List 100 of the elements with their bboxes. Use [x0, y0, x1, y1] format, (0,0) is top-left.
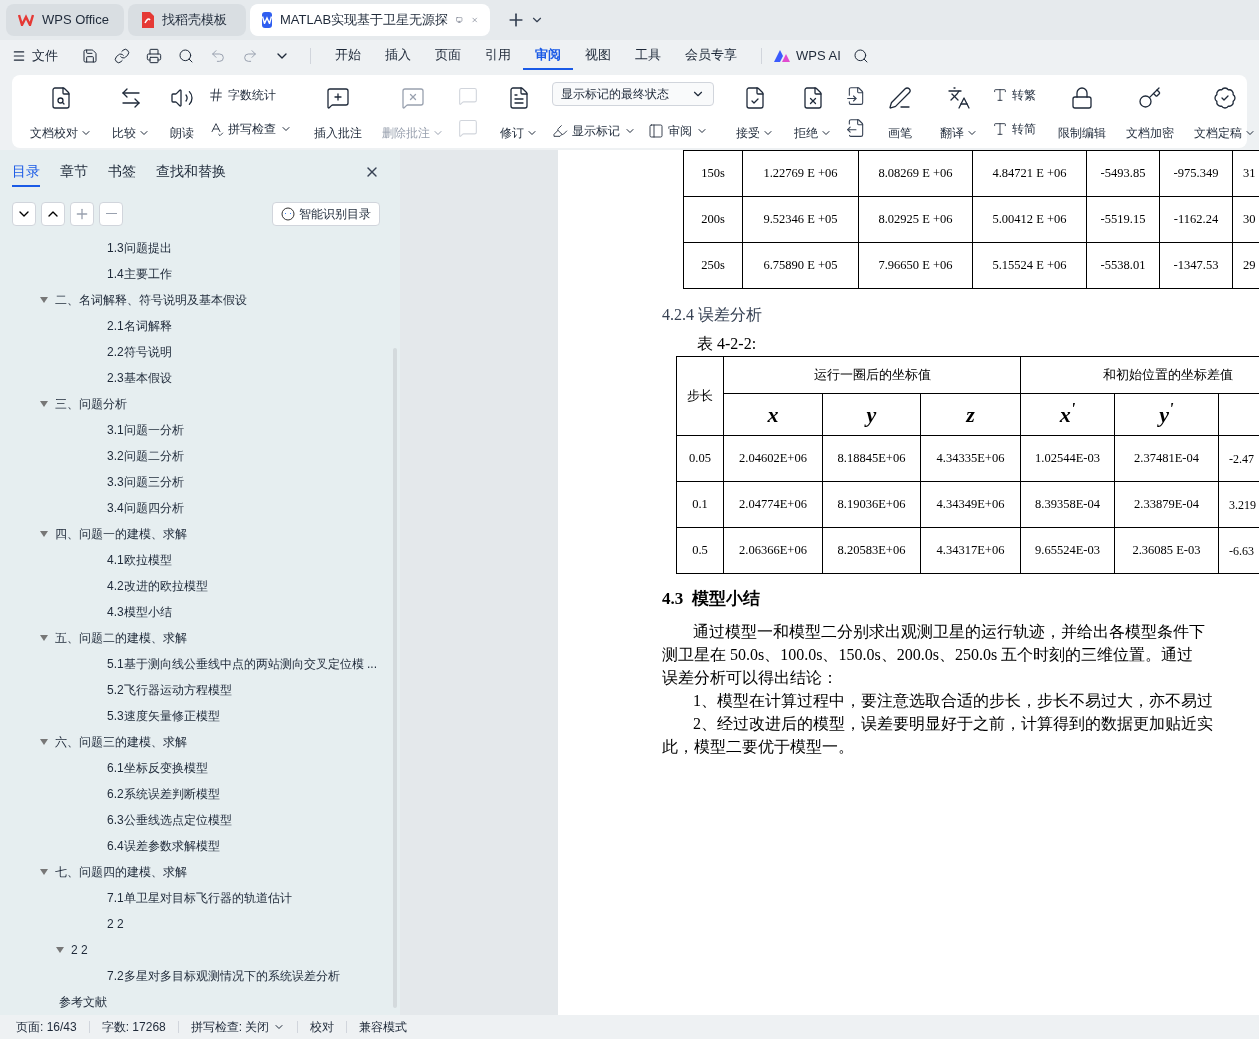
ribbon-button[interactable]: 接受 — [730, 81, 780, 142]
ribbon-button[interactable]: 字数统计 — [208, 85, 292, 104]
outline-item[interactable]: 二、名词解释、符号说明及基本假设 — [55, 291, 247, 309]
expand-triangle-icon[interactable] — [40, 531, 51, 537]
search-icon[interactable] — [852, 48, 869, 64]
outline-item[interactable]: 4.2改进的欧拉模型 — [107, 577, 208, 595]
outline-item[interactable]: 六、问题三的建模、求解 — [55, 733, 187, 751]
outline-item[interactable]: 2 2 — [107, 915, 124, 933]
ribbon-button[interactable]: 朗读 — [164, 81, 200, 142]
outline-item[interactable]: 3.3问题三分析 — [107, 473, 184, 491]
outline-item[interactable]: 五、问题二的建模、求解 — [55, 629, 187, 647]
ribbon-button[interactable]: 拒绝 — [788, 81, 838, 142]
undo-icon[interactable] — [210, 48, 226, 64]
status-item[interactable]: 兼容模式 — [359, 1018, 408, 1036]
table-cell: 2.33879E-04 — [1114, 481, 1219, 528]
outline-item[interactable]: 1.4主要工作 — [107, 265, 172, 283]
ribbon-button[interactable]: 限制编辑 — [1052, 81, 1112, 142]
outline-item[interactable]: 3.2问题二分析 — [107, 447, 184, 465]
table-cell: 1.02544E-03 — [1020, 435, 1115, 482]
pane-tab[interactable]: 查找和替换 — [156, 157, 226, 188]
expand-triangle-icon[interactable] — [40, 401, 51, 407]
ribbon-button[interactable]: 插入批注 — [308, 81, 368, 142]
outline-item[interactable]: 5.3速度矢量修正模型 — [107, 707, 220, 725]
ribbon-tab[interactable]: 会员专享 — [673, 42, 749, 70]
table-cell: -5538.01 — [1086, 242, 1160, 289]
ribbon-tab[interactable]: 页面 — [423, 42, 473, 70]
outline-item[interactable]: 2.2符号说明 — [107, 343, 172, 361]
outline-item[interactable]: 三、问题分析 — [55, 395, 127, 413]
outline-item[interactable]: 七、问题四的建模、求解 — [55, 863, 187, 881]
ribbon-button[interactable]: 翻译 — [934, 81, 984, 142]
table-cell: 150s — [683, 150, 743, 197]
expand-triangle-icon[interactable] — [40, 297, 51, 303]
table-cell: 9.65524E-03 — [1020, 527, 1115, 574]
table-cell: 0.05 — [676, 435, 724, 482]
status-item[interactable]: 字数: 17268 — [101, 1018, 166, 1036]
link-icon[interactable] — [114, 48, 130, 64]
ai-button[interactable]: WPS AI — [774, 46, 841, 66]
ribbon-tab[interactable]: 引用 — [473, 42, 523, 70]
redo-icon[interactable] — [242, 48, 258, 64]
browser-tab[interactable]: WPS Office — [6, 4, 124, 36]
outline-item[interactable]: 6.3公垂线选点定位模型 — [107, 811, 232, 829]
print-icon[interactable] — [146, 48, 162, 64]
outline-item[interactable]: 5.2飞行器运动方程模型 — [107, 681, 232, 699]
paragraph-line: 2、经过改进后的模型，误差要明显好于之前，计算得到的数据更加贴近实 — [693, 713, 1213, 734]
file-menu[interactable]: 文件 — [12, 46, 58, 66]
outline-item[interactable]: 6.1坐标反变换模型 — [107, 759, 208, 777]
table-cell: 4.34317E+06 — [920, 527, 1021, 574]
outline-item[interactable]: 7.2多星对多目标观测情况下的系统误差分析 — [107, 967, 340, 985]
outline-item[interactable]: 3.1问题一分析 — [107, 421, 184, 439]
outline-item[interactable]: 2.3基本假设 — [107, 369, 172, 387]
expand-triangle-icon[interactable] — [40, 635, 51, 641]
ribbon-button[interactable]: 审阅 — [648, 121, 708, 140]
browser-tab[interactable]: MATLAB实现基于卫星无源探 — [250, 4, 490, 36]
outline-item[interactable]: 3.4问题四分析 — [107, 499, 184, 517]
ribbon-tab[interactable]: 视图 — [573, 42, 623, 70]
ribbon-button[interactable]: 修订 — [494, 81, 544, 142]
outline-item[interactable]: 四、问题一的建模、求解 — [55, 525, 187, 543]
status-item[interactable]: 校对 — [310, 1018, 335, 1036]
ribbon-tab[interactable]: 插入 — [373, 42, 423, 70]
markup-select[interactable]: 显示标记的最终状态 — [552, 81, 714, 106]
ribbon-button[interactable]: 文档校对 — [24, 81, 98, 142]
ribbon-button[interactable]: 转简 — [992, 119, 1036, 138]
ribbon-tab[interactable]: 审阅 — [523, 42, 573, 70]
browser-tab[interactable]: 找稻壳模板 — [128, 4, 246, 36]
ribbon-button[interactable]: 画笔 — [882, 81, 918, 142]
outline-item[interactable]: 2 2 — [71, 941, 88, 959]
expand-triangle-icon[interactable] — [40, 869, 51, 875]
save-icon[interactable] — [82, 48, 98, 64]
outline-item[interactable]: 6.4误差参数求解模型 — [107, 837, 220, 855]
ribbon-button[interactable]: 比较 — [106, 81, 156, 142]
outline-item[interactable]: 6.2系统误差判断模型 — [107, 785, 220, 803]
table-cell: -5493.85 — [1086, 150, 1160, 197]
pane-tab[interactable]: 章节 — [60, 157, 88, 188]
outline-item[interactable]: 参考文献 — [59, 993, 107, 1011]
outline-item[interactable]: 1.3问题提出 — [107, 239, 172, 257]
table-cell: 7.96650 E +06 — [858, 242, 973, 289]
outline-item[interactable]: 5.1基于测向线公垂线中点的两站测向交叉定位模 ... — [107, 655, 378, 673]
outline-item[interactable]: 4.3模型小结 — [107, 603, 172, 621]
add-button[interactable] — [70, 201, 94, 226]
preview-icon[interactable] — [178, 48, 194, 64]
ribbon-button[interactable]: 文档加密 — [1120, 81, 1180, 142]
outline-item[interactable]: 4.1欧拉模型 — [107, 551, 172, 569]
ribbon-button[interactable]: 拼写检查 — [208, 119, 292, 138]
status-item[interactable]: 页面: 16/43 — [16, 1018, 77, 1036]
expand-triangle-icon[interactable] — [40, 739, 51, 745]
pane-tab[interactable]: 书签 — [108, 157, 136, 188]
expand-triangle-icon[interactable] — [56, 947, 67, 953]
collapse-all-button[interactable] — [41, 201, 65, 226]
text-icon — [992, 86, 1008, 103]
ribbon-tab[interactable]: 工具 — [623, 42, 673, 70]
ribbon-tab[interactable]: 开始 — [323, 42, 373, 70]
ribbon-button[interactable]: 文档定稿 — [1188, 81, 1259, 142]
ribbon-button[interactable]: 显示标记 — [552, 121, 636, 140]
pane-tab[interactable]: 目录 — [12, 157, 40, 188]
expand-all-button[interactable] — [12, 201, 36, 226]
outline-item[interactable]: 2.1名词解释 — [107, 317, 172, 335]
status-item[interactable]: 拼写检查: 关闭 — [190, 1018, 286, 1036]
outline-item[interactable]: 7.1单卫星对目标飞行器的轨道估计 — [107, 889, 292, 907]
smart-toc-button[interactable]: 智能识别目录 — [272, 201, 380, 226]
ribbon-button[interactable]: 转繁 — [992, 85, 1036, 104]
